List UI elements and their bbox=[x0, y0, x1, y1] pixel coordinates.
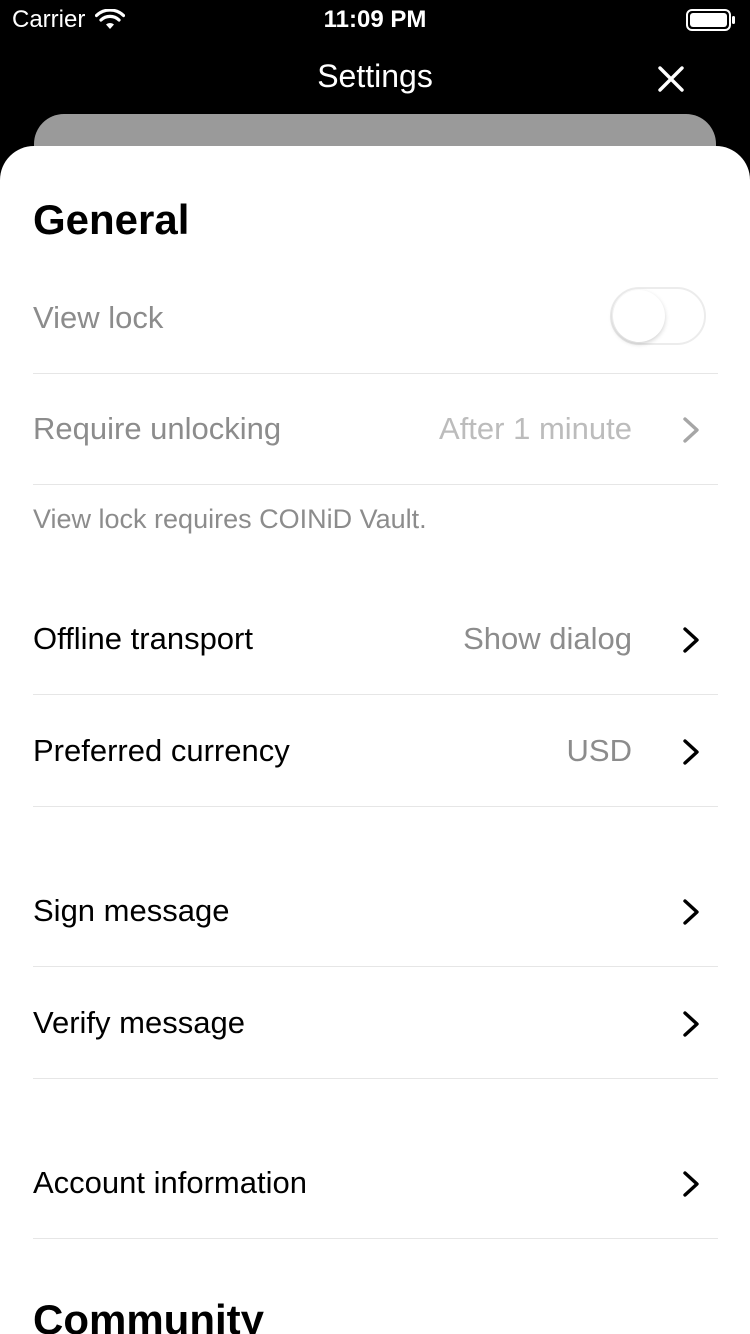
chevron-right-icon bbox=[683, 417, 699, 443]
account-information-row[interactable]: Account information bbox=[33, 1128, 718, 1239]
status-bar: Carrier 11:09 PM bbox=[0, 0, 750, 40]
preferred-currency-value: USD bbox=[566, 733, 632, 768]
view-lock-label: View lock bbox=[33, 300, 164, 335]
chevron-right-icon bbox=[683, 627, 699, 653]
require-unlocking-row[interactable]: Require unlocking After 1 minute bbox=[33, 374, 718, 485]
offline-transport-value: Show dialog bbox=[463, 621, 632, 656]
chevron-right-icon bbox=[683, 739, 699, 765]
chevron-right-icon bbox=[683, 1011, 699, 1037]
view-lock-toggle[interactable] bbox=[610, 287, 706, 345]
settings-screen: Carrier 11:09 PM Settings General View l… bbox=[0, 0, 750, 1334]
view-lock-row: View lock bbox=[33, 263, 718, 374]
require-unlocking-label: Require unlocking bbox=[33, 411, 282, 446]
settings-sheet: General View lock Require unlocking Afte… bbox=[0, 146, 750, 1334]
toggle-knob bbox=[613, 290, 665, 342]
preferred-currency-row[interactable]: Preferred currency USD bbox=[33, 696, 718, 807]
offline-transport-row[interactable]: Offline transport Show dialog bbox=[33, 584, 718, 695]
require-unlocking-value: After 1 minute bbox=[439, 411, 632, 446]
chevron-right-icon bbox=[683, 1171, 699, 1197]
sign-message-row[interactable]: Sign message bbox=[33, 856, 718, 967]
account-information-label: Account information bbox=[33, 1165, 307, 1200]
page-title: Settings bbox=[317, 58, 433, 94]
sign-message-label: Sign message bbox=[33, 893, 230, 928]
view-lock-note: View lock requires COINiD Vault. bbox=[33, 504, 427, 534]
section-title-general: General bbox=[33, 196, 190, 243]
preferred-currency-label: Preferred currency bbox=[33, 733, 290, 768]
status-time: 11:09 PM bbox=[323, 6, 427, 33]
verify-message-row[interactable]: Verify message bbox=[33, 968, 718, 1079]
chevron-right-icon bbox=[683, 899, 699, 925]
verify-message-label: Verify message bbox=[33, 1005, 245, 1040]
section-title-community: Community bbox=[33, 1296, 264, 1334]
close-icon[interactable] bbox=[658, 66, 684, 92]
offline-transport-label: Offline transport bbox=[33, 621, 253, 656]
battery-icon bbox=[686, 9, 735, 31]
